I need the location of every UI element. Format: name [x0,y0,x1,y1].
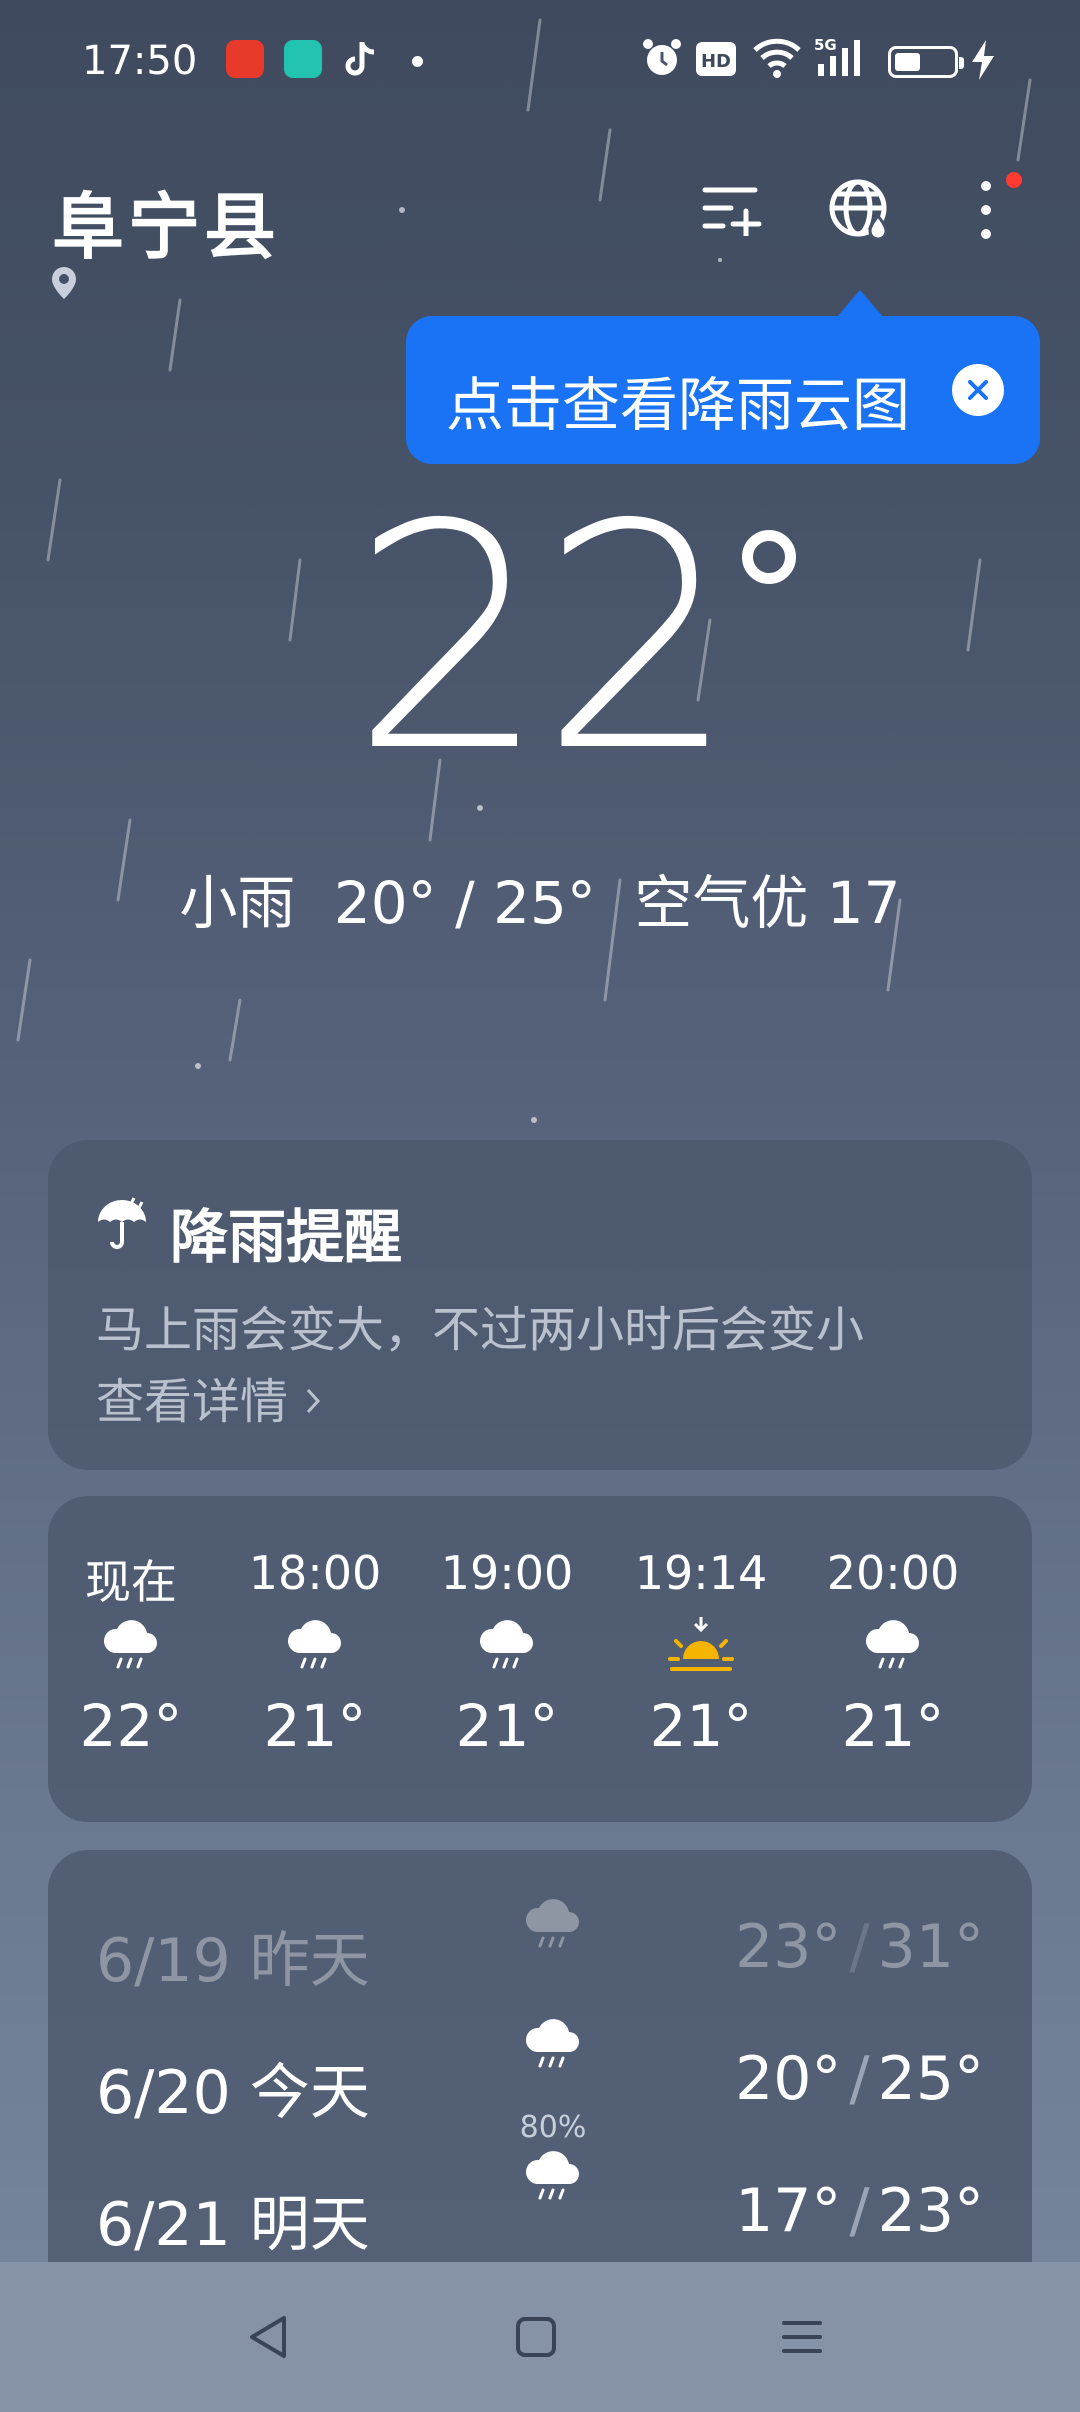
5g-signal-icon: 5G [814,36,860,76]
nav-menu-button[interactable] [762,2302,842,2372]
globe-rain-icon [829,179,888,241]
day-low: 20° [735,2044,842,2114]
hour-temp: 22° [79,1692,183,1760]
hourly-item[interactable]: 现在 22° [56,1546,206,1760]
tiktok-icon [345,42,375,76]
status-bar: 17:50 HD 5G [0,0,1080,120]
hour-time: 现在 [85,1555,177,1609]
hourly-item[interactable]: 18:00 21° [240,1546,390,1760]
daily-row-yesterday[interactable]: 6/19 昨天 23°/31° [48,1890,1032,2000]
rain-cloud-icon [861,1619,925,1675]
hourly-item[interactable]: 19:14 21° [626,1546,776,1760]
rain-alert-card[interactable]: 降雨提醒 马上雨会变大，不过两小时后会变小 查看详情 [48,1140,1032,1470]
hd-icon: HD [696,42,736,76]
status-time: 17:50 [82,38,198,84]
details-link-label[interactable]: 查看详情 [96,1374,288,1430]
umbrella-icon [98,1197,146,1249]
day-date: 6/19 昨天 [96,1926,370,1996]
svg-text:5G: 5G [814,36,837,54]
menu-lines-icon [782,2321,822,2353]
precipitation-chance: 80% [519,2110,587,2145]
hour-temp: 21° [455,1692,559,1760]
day-low: 17° [735,2176,842,2246]
toutiao-app-icon [226,40,264,78]
hourly-forecast-card[interactable]: 现在 22° 18:00 21° 19:00 21° 19:14 21° 20:… [48,1496,1032,1822]
day-date: 6/20 今天 [96,2058,370,2128]
day-temperatures: 17°/23° [735,2176,984,2246]
add-city-button[interactable] [690,168,774,252]
air-quality[interactable]: 空气优 17 [634,869,900,937]
close-icon [968,380,988,400]
rain-cloud-icon [518,1898,588,1954]
tooltip-close-button[interactable] [952,364,1004,416]
day-date: 6/21 明天 [96,2190,370,2260]
current-temperature: 22 [350,459,737,820]
hour-time: 20:00 [826,1546,960,1600]
back-triangle-icon [250,2316,286,2358]
weather-summary: 小雨 20° / 25° 空气优 17 [0,856,1080,940]
rain-cloud-icon [475,1619,539,1675]
more-vertical-icon [981,181,991,239]
rain-cloud-icon [283,1619,347,1675]
hourly-item[interactable]: 20:00 21° [818,1546,968,1760]
tooltip-text[interactable]: 点击查看降雨云图 [446,358,910,442]
hour-temp: 21° [263,1692,367,1760]
green-app-icon [284,40,322,78]
rain-alert-title: 降雨提醒 [170,1203,403,1271]
battery-icon [888,46,964,78]
day-temperatures: 20°/25° [735,2044,984,2114]
hourly-item[interactable]: 19:00 21° [432,1546,582,1760]
day-high: 31° [877,1912,984,1982]
notification-dot-indicator [412,56,423,67]
day-temperatures: 23°/31° [735,1912,984,1982]
day-high: 23° [877,2176,984,2246]
home-square-icon [516,2317,556,2357]
rain-cloud-icon [518,2018,588,2074]
svg-text:HD: HD [701,51,731,72]
rain-cloud-icon [99,1619,163,1675]
system-navigation-bar [0,2262,1080,2412]
location-pin-icon [52,267,76,299]
charging-icon [972,40,994,80]
hour-temp: 21° [841,1692,945,1760]
daily-row-tomorrow[interactable]: 6/21 明天 17°/23° [48,2154,1032,2262]
nav-back-button[interactable] [228,2302,308,2372]
hour-time: 19:14 [634,1546,768,1600]
current-condition: 小雨 [179,869,296,937]
daily-forecast-card[interactable]: 6/19 昨天 23°/31° 6/20 今天 80% 20°/25° 6/21… [48,1850,1032,2262]
city-name[interactable]: 阜宁县 [52,168,280,273]
rain-map-button[interactable] [818,168,902,252]
chevron-right-icon [307,1388,321,1414]
hour-time: 18:00 [248,1546,382,1600]
day-low: 23° [735,1912,842,1982]
nav-home-button[interactable] [496,2302,576,2372]
alarm-icon [643,39,681,75]
hour-time: 19:00 [440,1546,574,1600]
wifi-icon [753,38,801,78]
degree-symbol [742,530,796,584]
rain-cloud-icon [518,2150,588,2206]
rain-alert-details-link[interactable]: 查看详情 [96,1362,323,1432]
rain-alert-description: 马上雨会变大，不过两小时后会变小 [96,1302,865,1358]
hour-temp: 21° [649,1692,753,1760]
daily-row-today[interactable]: 6/20 今天 80% 20°/25° [48,2022,1032,2145]
sunset-icon [668,1617,734,1671]
battery-level-fill [895,53,920,71]
day-high: 25° [877,2044,984,2114]
add-list-icon [702,187,762,236]
temperature-range: 20° / 25° [333,869,596,937]
rain-map-tooltip[interactable]: 点击查看降雨云图 [406,290,1040,464]
notification-badge [1006,172,1022,188]
